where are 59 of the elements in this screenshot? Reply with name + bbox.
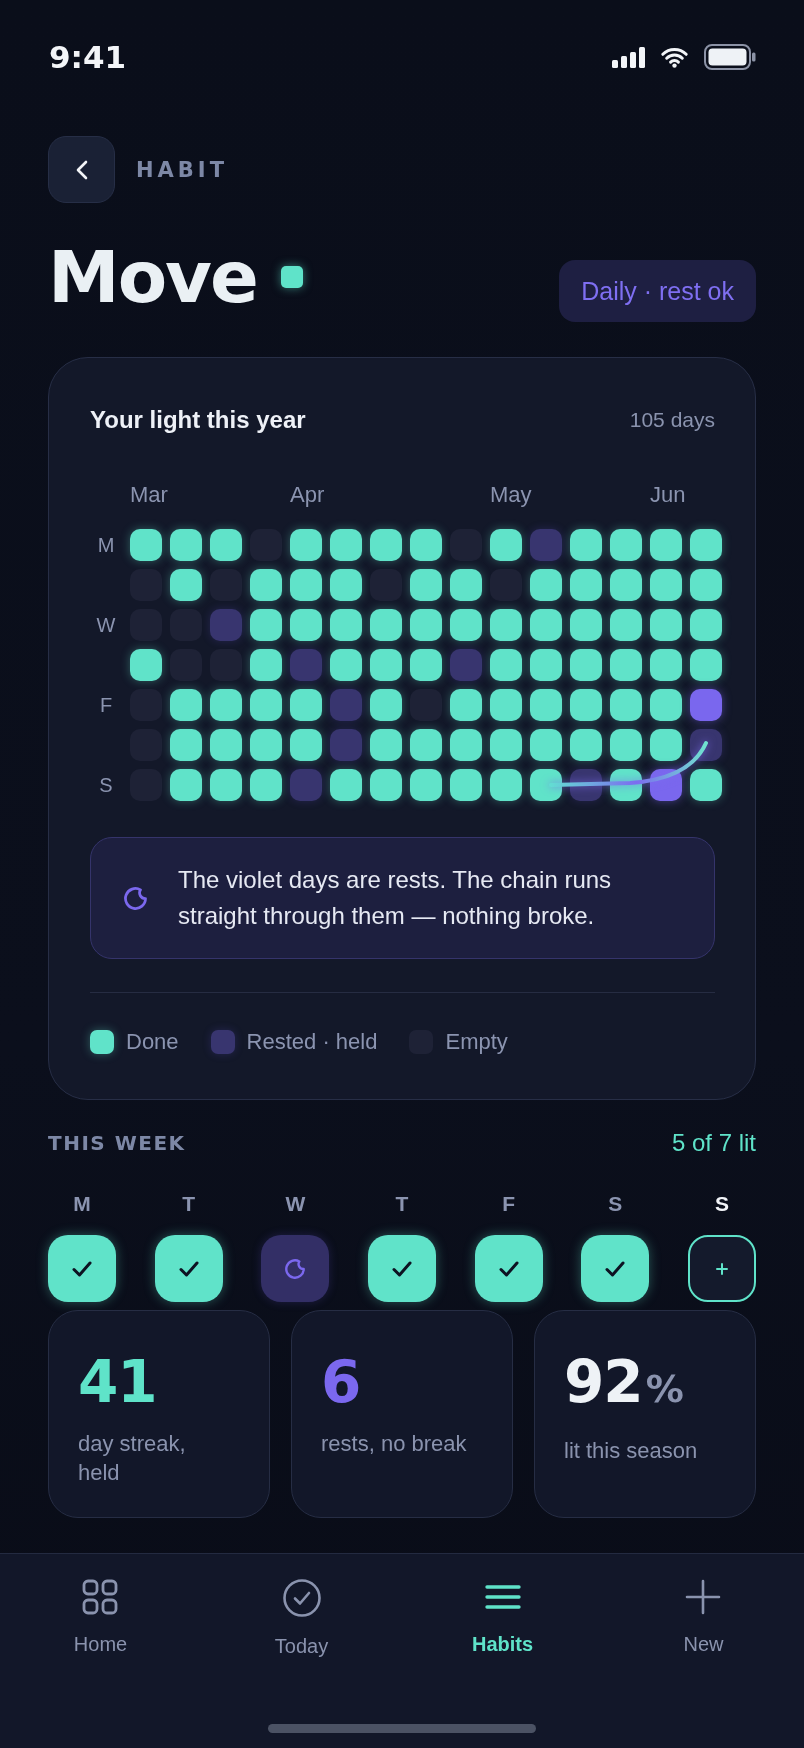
check-icon (498, 1260, 519, 1277)
month-label: Mar (130, 482, 168, 508)
day-button[interactable] (154, 1235, 223, 1302)
legend-label: Rested · held (246, 1029, 378, 1055)
check-circle-icon (282, 1579, 321, 1617)
moon-icon (124, 886, 147, 910)
weekday-label: S (98, 772, 114, 798)
day-label: W (285, 1192, 306, 1216)
check-icon (391, 1260, 412, 1277)
day-button[interactable] (581, 1235, 650, 1302)
weekday-label: F (98, 692, 114, 718)
nav-tab[interactable]: Today (274, 1578, 329, 1658)
note-text: The violet days are rests. The chain runs straight through them — nothing broke. (178, 865, 613, 931)
status-time: 9:41 (49, 39, 127, 75)
month-label: Apr (290, 482, 325, 508)
day-button[interactable] (367, 1235, 436, 1302)
day-label: M (73, 1192, 91, 1216)
signal-icon (612, 46, 645, 68)
month-label: Jun (650, 482, 686, 508)
card-title: Your light this year (90, 406, 306, 434)
legend-label: Empty (445, 1029, 508, 1055)
grid-icon (82, 1579, 119, 1615)
plus-icon (685, 1579, 722, 1615)
stat-label: lit this season (564, 1437, 699, 1465)
stat-value: 6 (321, 1353, 361, 1411)
habit-title: Move (48, 234, 257, 321)
check-icon (605, 1260, 626, 1277)
stat-label: rests, no break (321, 1430, 468, 1458)
check-icon (178, 1260, 199, 1277)
day-label: S (608, 1192, 623, 1216)
section-title: THIS WEEK (48, 1131, 186, 1155)
stat-label: day streak, held (78, 1430, 187, 1487)
weekday-label: M (96, 532, 116, 558)
day-label: F (502, 1192, 516, 1216)
nav-tab[interactable]: Habits (471, 1578, 534, 1658)
menu-icon (484, 1584, 521, 1610)
day-button[interactable] (474, 1235, 543, 1302)
stat-value: 41 (78, 1353, 157, 1411)
chevron-left-icon (75, 159, 88, 180)
day-button[interactable] (48, 1235, 116, 1302)
stat-value: 92% (564, 1353, 684, 1418)
nav-tab[interactable]: Home (73, 1578, 128, 1658)
day-count: 105 days (629, 408, 715, 432)
day-label: T (182, 1192, 196, 1216)
weekday-label: W (95, 612, 117, 638)
day-button[interactable] (687, 1235, 756, 1302)
wifi-icon (659, 46, 690, 68)
nav-tab[interactable]: New (683, 1578, 724, 1658)
legend-label: Done (126, 1029, 179, 1055)
schedule-pill: Daily · rest ok (559, 260, 756, 322)
month-label: May (490, 482, 532, 508)
week-summary: 5 of 7 lit (671, 1129, 756, 1157)
moon-icon (285, 1258, 306, 1279)
day-label: S (714, 1192, 729, 1216)
section-label: HABIT (136, 157, 228, 182)
plus-icon (715, 1262, 728, 1275)
day-label: T (395, 1192, 409, 1216)
check-icon (72, 1260, 92, 1277)
battery-icon (704, 44, 756, 70)
